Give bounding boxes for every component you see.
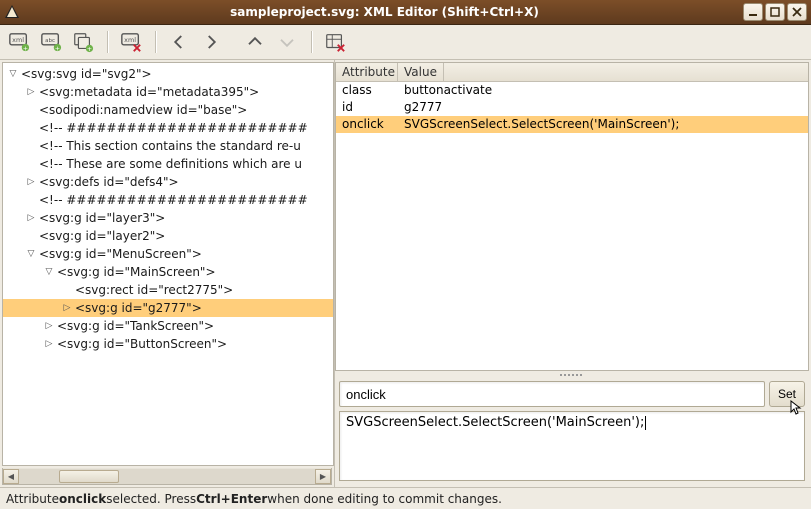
tree-node-label: <svg:svg id="svg2"> (19, 67, 152, 81)
tree-node-label: <svg:defs id="defs4"> (37, 175, 179, 189)
new-element-node-button[interactable]: xml+ (4, 27, 34, 57)
svg-text:+: + (23, 44, 28, 52)
tree-row[interactable]: <!-- ######################## (3, 191, 333, 209)
scroll-track[interactable] (19, 469, 315, 484)
indent-node-button[interactable] (196, 27, 226, 57)
tree-node-label: <svg:g id="MenuScreen"> (37, 247, 202, 261)
tree-horizontal-scrollbar[interactable]: ◀ ▶ (2, 468, 332, 485)
svg-text:xml: xml (12, 36, 24, 44)
triangle-right-icon[interactable]: ▷ (25, 213, 37, 223)
new-text-node-button[interactable]: abc+ (36, 27, 66, 57)
svg-text:+: + (87, 45, 92, 53)
tree-row[interactable]: <svg:g id="layer2"> (3, 227, 333, 245)
status-attrname: onclick (59, 492, 106, 506)
toolbar-separator (304, 28, 318, 56)
triangle-down-icon[interactable]: ▽ (7, 69, 19, 79)
maximize-button[interactable] (765, 3, 785, 21)
tree-row[interactable]: <svg:rect id="rect2775"> (3, 281, 333, 299)
attribute-table-header: Attribute Value (336, 63, 808, 82)
scroll-thumb[interactable] (59, 470, 119, 483)
attribute-name: onclick (336, 116, 398, 133)
tree-row[interactable]: <!-- ######################## (3, 119, 333, 137)
toolbar: xml+ abc+ + xml (0, 25, 811, 60)
triangle-right-icon[interactable]: ▷ (61, 303, 73, 313)
attribute-name: id (336, 99, 398, 116)
svg-text:+: + (55, 44, 60, 52)
tree-node-label: <svg:g id="ButtonScreen"> (55, 337, 227, 351)
unindent-node-button[interactable] (164, 27, 194, 57)
scroll-right-button[interactable]: ▶ (315, 469, 331, 484)
set-button-label: Set (778, 387, 796, 401)
triangle-down-icon[interactable]: ▽ (25, 249, 37, 259)
status-shortcut: Ctrl+Enter (196, 492, 267, 506)
tree-node-label: <svg:rect id="rect2775"> (73, 283, 233, 297)
tree-panel: ▽<svg:svg id="svg2">▷<svg:metadata id="m… (0, 60, 335, 487)
tree-row[interactable]: ▷<svg:g id="ButtonScreen"> (3, 335, 333, 353)
tree-node-label: <svg:metadata id="metadata395"> (37, 85, 259, 99)
delete-attribute-button[interactable] (320, 27, 350, 57)
text-caret (645, 416, 646, 430)
duplicate-node-button[interactable]: + (68, 27, 98, 57)
tree-node-label: <svg:g id="g2777"> (73, 301, 202, 315)
tree-node-label: <svg:g id="layer3"> (37, 211, 165, 225)
move-node-up-button[interactable] (240, 27, 270, 57)
tree-row[interactable]: ▽<svg:g id="MainScreen"> (3, 263, 333, 281)
tree-node-label: <svg:g id="TankScreen"> (55, 319, 214, 333)
tree-row[interactable]: ▷<svg:metadata id="metadata395"> (3, 83, 333, 101)
attribute-row[interactable]: idg2777 (336, 99, 808, 116)
app-icon (4, 4, 20, 20)
attribute-value: g2777 (398, 99, 808, 116)
triangle-right-icon[interactable]: ▷ (25, 177, 37, 187)
svg-text:abc: abc (45, 38, 55, 44)
attribute-header-value: Value (398, 63, 444, 81)
tree-node-label: <!-- ######################## (37, 193, 308, 207)
tree-node-label: <svg:g id="layer2"> (37, 229, 165, 243)
attribute-value: buttonactivate (398, 82, 808, 99)
tree-node-label: <svg:g id="MainScreen"> (55, 265, 216, 279)
attribute-header-name: Attribute (336, 63, 398, 81)
attribute-row[interactable]: onclickSVGScreenSelect.SelectScreen('Mai… (336, 116, 808, 133)
tree-row[interactable]: ▽<svg:g id="MenuScreen"> (3, 245, 333, 263)
attribute-name: class (336, 82, 398, 99)
tree-row[interactable]: ▽<svg:svg id="svg2"> (3, 65, 333, 83)
titlebar: sampleproject.svg: XML Editor (Shift+Ctr… (0, 0, 811, 25)
tree-node-label: <!-- ######################## (37, 121, 308, 135)
toolbar-separator (100, 28, 114, 56)
triangle-right-icon[interactable]: ▷ (43, 321, 55, 331)
tree-row[interactable]: ▷<svg:g id="TankScreen"> (3, 317, 333, 335)
tree-node-label: <sodipodi:namedview id="base"> (37, 103, 247, 117)
xml-tree[interactable]: ▽<svg:svg id="svg2">▷<svg:metadata id="m… (2, 62, 334, 466)
tree-node-label: <!-- This section contains the standard … (37, 139, 301, 153)
minimize-button[interactable] (743, 3, 763, 21)
delete-node-button[interactable]: xml (116, 27, 146, 57)
set-attribute-button[interactable]: Set (769, 381, 805, 407)
triangle-right-icon[interactable]: ▷ (25, 87, 37, 97)
triangle-right-icon[interactable]: ▷ (43, 339, 55, 349)
tree-row[interactable]: <!-- This section contains the standard … (3, 137, 333, 155)
tree-row[interactable]: ▷<svg:g id="layer3"> (3, 209, 333, 227)
attribute-value-text: SVGScreenSelect.SelectScreen('MainScreen… (346, 415, 644, 430)
attribute-table[interactable]: Attribute Value classbuttonactivateidg27… (335, 62, 809, 371)
tree-row[interactable]: ▷<svg:defs id="defs4"> (3, 173, 333, 191)
pane-splitter[interactable] (335, 371, 809, 379)
toolbar-separator (148, 28, 162, 56)
status-bar: Attribute onclick selected. Press Ctrl+E… (0, 487, 811, 509)
attribute-name-input[interactable] (339, 381, 765, 407)
tree-row[interactable]: <sodipodi:namedview id="base"> (3, 101, 333, 119)
status-text: when done editing to commit changes. (267, 492, 502, 506)
tree-node-label: <!-- These are some definitions which ar… (37, 157, 302, 171)
tree-row[interactable]: ▷<svg:g id="g2777"> (3, 299, 333, 317)
status-text: selected. Press (106, 492, 196, 506)
status-text: Attribute (6, 492, 59, 506)
svg-text:xml: xml (124, 36, 136, 44)
triangle-down-icon[interactable]: ▽ (43, 267, 55, 277)
window-title: sampleproject.svg: XML Editor (Shift+Ctr… (26, 5, 743, 19)
close-button[interactable] (787, 3, 807, 21)
move-node-down-button[interactable] (272, 27, 302, 57)
attribute-value-textarea[interactable]: SVGScreenSelect.SelectScreen('MainScreen… (339, 411, 805, 481)
attribute-value: SVGScreenSelect.SelectScreen('MainScreen… (398, 116, 808, 133)
scroll-left-button[interactable]: ◀ (3, 469, 19, 484)
attribute-row[interactable]: classbuttonactivate (336, 82, 808, 99)
tree-row[interactable]: <!-- These are some definitions which ar… (3, 155, 333, 173)
